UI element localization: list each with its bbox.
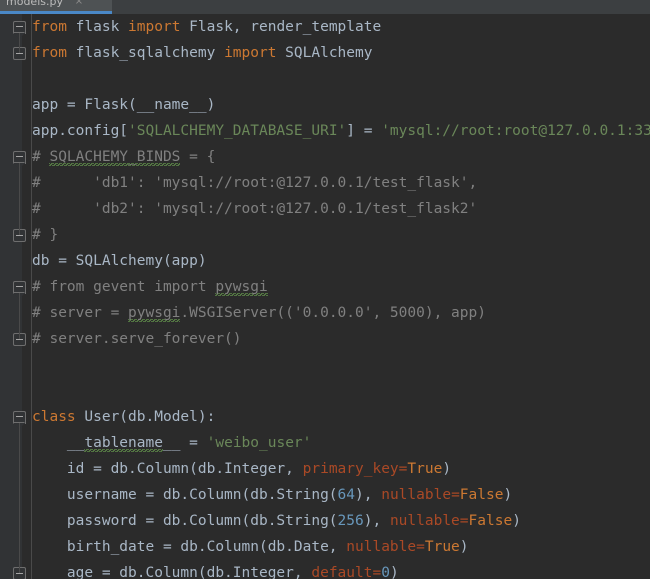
code-token: birth_date = db.Column(db.Date, bbox=[32, 539, 347, 555]
code-token: primary_key bbox=[302, 461, 399, 477]
code-token: import bbox=[224, 45, 286, 61]
editor-left-border bbox=[31, 14, 32, 579]
fold-connector-line bbox=[19, 293, 20, 339]
code-token: nullable bbox=[389, 513, 460, 529]
code-token: # server = bbox=[32, 305, 129, 321]
code-token: SQLACHEMY_BINDS bbox=[49, 149, 181, 166]
code-line[interactable]: app = Flask(__name__) bbox=[32, 92, 650, 118]
code-token: pywsgi bbox=[128, 305, 181, 322]
code-line[interactable]: from flask import Flask, render_template bbox=[32, 14, 650, 40]
code-token: ) bbox=[459, 539, 469, 555]
code-token: # from gevent import bbox=[32, 279, 216, 295]
code-line[interactable]: id = db.Column(db.Integer, primary_key=T… bbox=[32, 456, 650, 482]
code-token: app.config[ bbox=[32, 123, 129, 139]
code-token: = bbox=[372, 565, 382, 579]
code-line[interactable]: # 'db1': 'mysql://root:@127.0.0.1/test_f… bbox=[32, 170, 650, 196]
code-token: __ bbox=[32, 435, 85, 451]
code-line[interactable]: # } bbox=[32, 222, 650, 248]
code-token: # server.serve_forever() bbox=[32, 331, 242, 347]
code-token: 'weibo_user' bbox=[206, 435, 312, 451]
code-token: = bbox=[451, 487, 460, 503]
code-token: flask_sqlalchemy bbox=[75, 45, 225, 61]
code-line[interactable]: birth_date = db.Column(db.Date, nullable… bbox=[32, 534, 650, 560]
code-token: 64 bbox=[337, 487, 356, 503]
code-line[interactable]: __tablename__ = 'weibo_user' bbox=[32, 430, 650, 456]
code-token: class bbox=[32, 409, 85, 425]
code-token: id = db.Column(db.Integer, bbox=[32, 461, 303, 477]
code-text-area[interactable]: from flask import Flask, render_template… bbox=[32, 14, 650, 579]
code-line[interactable]: from flask_sqlalchemy import SQLAlchemy bbox=[32, 40, 650, 66]
code-token: ) bbox=[389, 565, 399, 579]
fold-connector-line bbox=[19, 33, 20, 53]
code-token: from bbox=[32, 19, 76, 35]
code-token: ) bbox=[503, 487, 513, 503]
code-token: age = db.Column(db.Integer, bbox=[32, 565, 312, 579]
code-token: 'mysql://root:root@127.0.0.1:33 bbox=[381, 123, 650, 139]
code-token: tablename bbox=[84, 435, 163, 452]
code-line[interactable]: # 'db2': 'mysql://root:@127.0.0.1/test_f… bbox=[32, 196, 650, 222]
code-token: import bbox=[128, 19, 190, 35]
code-token: ) bbox=[512, 513, 521, 529]
code-token: default bbox=[311, 565, 373, 579]
code-token: ), bbox=[355, 487, 382, 503]
code-token: False bbox=[459, 487, 504, 503]
code-token: flask bbox=[75, 19, 129, 35]
code-line[interactable]: # SQLACHEMY_BINDS = { bbox=[32, 144, 650, 170]
code-token: ), bbox=[363, 513, 390, 529]
code-token: __ = bbox=[162, 435, 207, 451]
fold-connector-line bbox=[19, 163, 20, 235]
code-token: True bbox=[407, 461, 443, 477]
code-line[interactable]: # from gevent import pywsgi bbox=[32, 274, 650, 300]
code-token: Flask, render_template bbox=[189, 19, 382, 35]
code-line[interactable]: # server = pywsgi.WSGIServer(('0.0.0.0',… bbox=[32, 300, 650, 326]
code-token: # 'db2': 'mysql://root:@127.0.0.1/test_f… bbox=[32, 201, 478, 217]
code-editor[interactable]: from flask import Flask, render_template… bbox=[0, 14, 650, 579]
code-line[interactable]: username = db.Column(db.String(64), null… bbox=[32, 482, 650, 508]
code-token: # bbox=[32, 149, 50, 165]
code-token: = bbox=[459, 513, 469, 529]
code-token: SQLAlchemy bbox=[285, 45, 373, 61]
code-token: = { bbox=[180, 149, 216, 165]
code-token: 256 bbox=[337, 513, 364, 529]
code-token: False bbox=[468, 513, 513, 529]
code-line[interactable]: password = db.Column(db.String(256), nul… bbox=[32, 508, 650, 534]
code-token: User(db.Model): bbox=[84, 409, 216, 425]
code-line[interactable] bbox=[32, 66, 650, 92]
code-token: = bbox=[416, 539, 425, 555]
code-token: nullable bbox=[381, 487, 452, 503]
code-line[interactable] bbox=[32, 352, 650, 378]
code-token: username = db.Column(db.String( bbox=[32, 487, 338, 503]
code-token: from bbox=[32, 45, 76, 61]
code-line[interactable]: age = db.Column(db.Integer, default=0) bbox=[32, 560, 650, 579]
code-token: ] = bbox=[346, 123, 382, 139]
code-token: app = Flask(__name__) bbox=[32, 97, 216, 113]
code-line[interactable]: # server.serve_forever() bbox=[32, 326, 650, 352]
code-token: password = db.Column(db.String( bbox=[32, 513, 338, 529]
editor-tab-bar: models.py × bbox=[0, 0, 650, 14]
code-line[interactable]: class User(db.Model): bbox=[32, 404, 650, 430]
code-token: .WSGIServer(('0.0.0.0', 5000), app) bbox=[180, 305, 486, 321]
code-token: # 'db1': 'mysql://root:@127.0.0.1/test_f… bbox=[32, 175, 478, 191]
code-token: pywsgi bbox=[215, 279, 268, 296]
code-line[interactable] bbox=[32, 378, 650, 404]
code-token: nullable bbox=[346, 539, 417, 555]
code-token: 0 bbox=[381, 565, 390, 579]
code-token: 'SQLALCHEMY_DATABASE_URI' bbox=[128, 123, 347, 139]
code-token: db = SQLAlchemy(app) bbox=[32, 253, 207, 269]
code-line[interactable]: db = SQLAlchemy(app) bbox=[32, 248, 650, 274]
code-token: # } bbox=[32, 227, 59, 243]
code-token: ) bbox=[442, 461, 452, 477]
code-token: True bbox=[424, 539, 460, 555]
code-line[interactable]: app.config['SQLALCHEMY_DATABASE_URI'] = … bbox=[32, 118, 650, 144]
fold-connector-line bbox=[19, 423, 20, 573]
